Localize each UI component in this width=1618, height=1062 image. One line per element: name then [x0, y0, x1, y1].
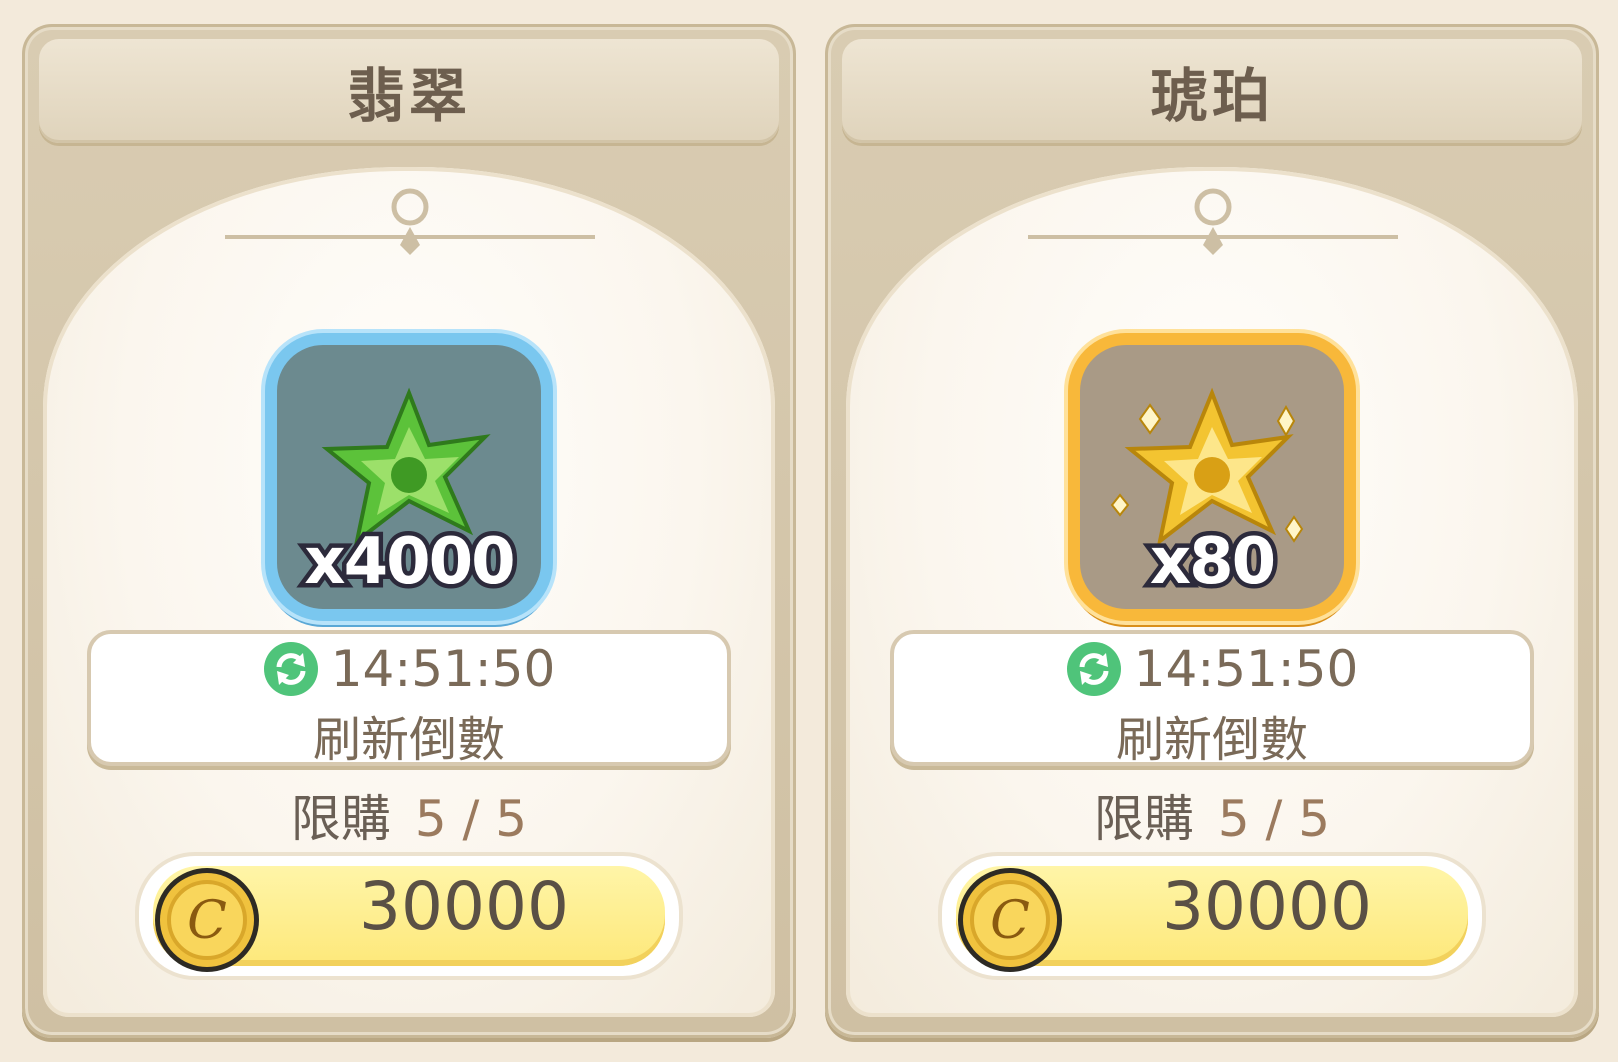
buy-button[interactable]: C 30000 — [938, 852, 1486, 980]
price-amount: 30000 — [1162, 868, 1372, 945]
shop-card-emerald[interactable]: 翡翠 x4000 14:51:50 刷新倒數 限購 5 / 5 C 30000 — [22, 24, 796, 1038]
refresh-icon — [1066, 642, 1121, 696]
refresh-label: 刷新倒數 — [312, 712, 505, 768]
refresh-timer-panel: 14:51:50 刷新倒數 — [890, 630, 1534, 768]
refresh-timer-panel: 14:51:50 刷新倒數 — [87, 630, 731, 768]
item-quantity: x80 — [1145, 521, 1280, 604]
refresh-icon — [263, 642, 318, 696]
purchase-limit-count: 5 / 5 — [414, 790, 528, 848]
purchase-limit: 限購 5 / 5 — [828, 779, 1596, 851]
refresh-countdown: 14:51:50 — [330, 640, 556, 698]
purchase-limit-label: 限購 — [1093, 790, 1194, 848]
gold-coin-icon: C — [155, 868, 259, 972]
shop-card-amber[interactable]: 琥珀 x80 14:51:50 刷新倒數 限購 5 / 5 C 30000 — [825, 24, 1599, 1038]
purchase-limit-count: 5 / 5 — [1217, 790, 1331, 848]
item-slot[interactable]: x80 — [1068, 333, 1356, 621]
card-title: 翡翠 — [346, 62, 471, 130]
ornament-icon — [225, 188, 595, 255]
item-slot[interactable]: x4000 — [265, 333, 553, 621]
purchase-limit: 限購 5 / 5 — [25, 779, 793, 851]
svg-text:C: C — [187, 891, 227, 951]
card-title-bar: 翡翠 — [39, 39, 779, 143]
card-title-bar: 琥珀 — [842, 39, 1582, 143]
refresh-countdown: 14:51:50 — [1133, 640, 1359, 698]
price-amount: 30000 — [359, 868, 569, 945]
buy-button[interactable]: C 30000 — [135, 852, 683, 980]
svg-text:C: C — [990, 891, 1030, 951]
card-title: 琥珀 — [1149, 62, 1274, 130]
ornament-icon — [1028, 188, 1398, 255]
gold-coin-icon: C — [958, 868, 1062, 972]
refresh-label: 刷新倒數 — [1115, 712, 1308, 768]
purchase-limit-label: 限購 — [290, 790, 391, 848]
item-quantity: x4000 — [300, 521, 520, 604]
